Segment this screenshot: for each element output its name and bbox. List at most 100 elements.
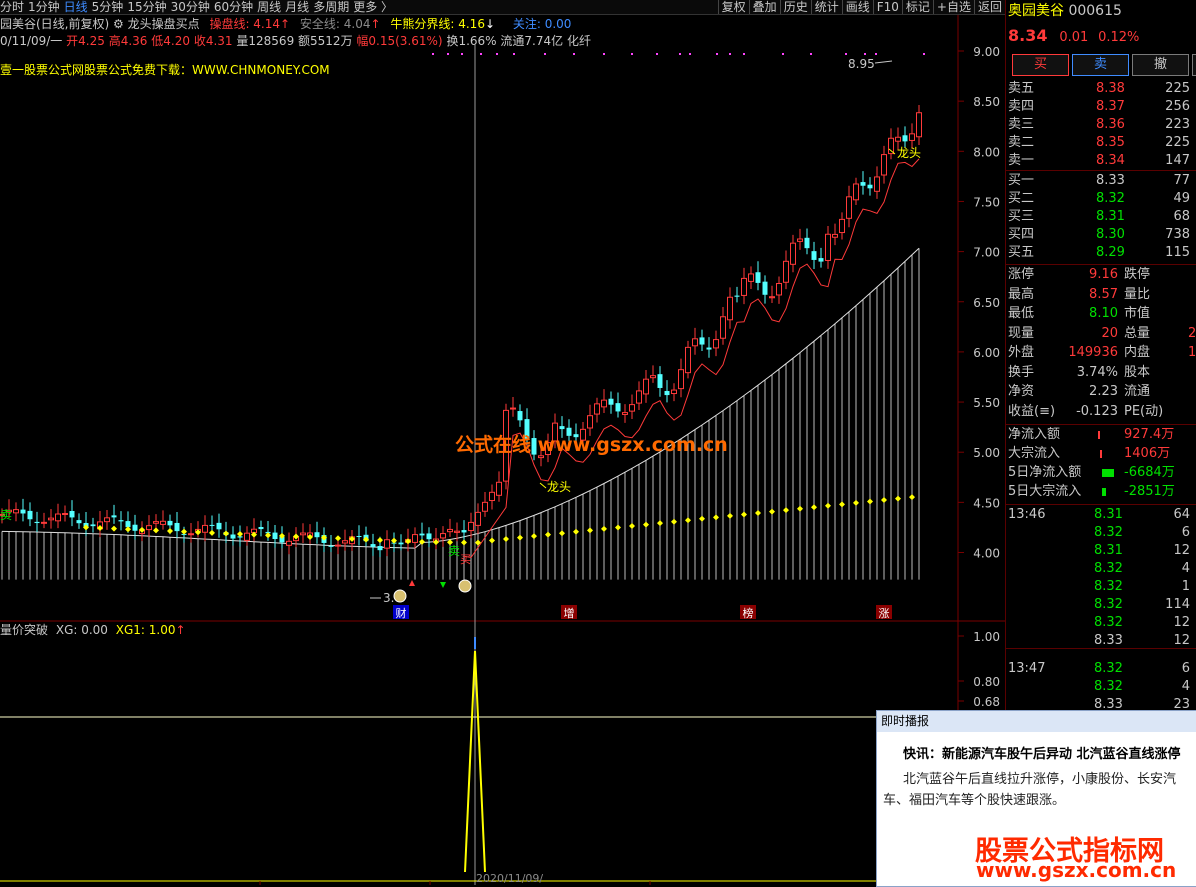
- event-tag-label: 增: [564, 606, 575, 620]
- diamond-marker: [629, 523, 635, 530]
- cancel-order-button[interactable]: 撤: [1132, 54, 1189, 76]
- signal-dot: [631, 53, 633, 55]
- period-tab[interactable]: 5分钟: [92, 0, 124, 14]
- diamond-marker: [881, 497, 887, 504]
- toolbar-button[interactable]: +自选: [932, 0, 974, 14]
- period-tab[interactable]: 更多 〉: [353, 0, 393, 14]
- period-tab[interactable]: 月线: [285, 0, 309, 14]
- signal-dot: [875, 53, 877, 55]
- toolbar-button[interactable]: 复权: [717, 0, 749, 14]
- candle-body: [720, 316, 726, 339]
- candle-body: [741, 277, 747, 296]
- indicator-header: 园美谷(日线,前复权) ⚙ 龙头操盘买点 操盘线: 4.14↑ 安全线: 4.0…: [0, 17, 572, 31]
- candle-body: [825, 233, 831, 261]
- candle-body: [41, 521, 47, 524]
- signal-dot: [513, 53, 515, 55]
- info-close: 收4.31: [193, 34, 233, 48]
- candle-body: [874, 176, 880, 192]
- sell-button[interactable]: 卖: [1072, 54, 1129, 76]
- price-tick-label: 8.00: [973, 145, 1000, 159]
- signal-dot: [603, 53, 605, 55]
- bid-vol: 738: [1165, 227, 1190, 242]
- bid-price: 8.31: [1096, 209, 1125, 224]
- more-button[interactable]: [1192, 54, 1196, 76]
- info-amplitude: 幅0.15(3.61%): [356, 34, 443, 48]
- ask-label: 卖四: [1008, 99, 1035, 114]
- period-tab[interactable]: 日线: [64, 0, 88, 14]
- price-tick-label: 7.50: [973, 195, 1000, 209]
- ask-vol: 147: [1165, 153, 1190, 168]
- stat-label: 换手: [1008, 364, 1035, 380]
- diamond-marker: [699, 515, 705, 522]
- diamond-marker: [741, 511, 747, 518]
- period-tab[interactable]: 30分钟: [171, 0, 210, 14]
- period-tab[interactable]: 分时: [0, 0, 24, 14]
- stat-value-2: 1: [1188, 345, 1196, 360]
- tick-price: 8.32: [1094, 615, 1123, 630]
- tick-row: 8.32 4: [1006, 560, 1196, 578]
- candle-body: [55, 513, 61, 522]
- up-arrow-icon: [409, 580, 415, 586]
- event-tag-label: 涨: [879, 607, 890, 620]
- diamond-marker: [153, 527, 159, 534]
- candle-body: [517, 411, 523, 421]
- tick-price: 8.32: [1094, 661, 1123, 676]
- diamond-marker: [909, 494, 915, 501]
- tick-vol: 12: [1173, 615, 1190, 630]
- signal-dot: [544, 53, 546, 55]
- period-tab[interactable]: 周线: [257, 0, 281, 14]
- candle-body: [230, 534, 236, 539]
- toolbar-button[interactable]: 统计: [810, 0, 842, 14]
- period-tab[interactable]: 60分钟: [214, 0, 253, 14]
- toolbar-button[interactable]: 画线: [841, 0, 873, 14]
- stat-value-2: 2: [1188, 325, 1196, 341]
- buy-button[interactable]: 买: [1012, 54, 1069, 76]
- cao-pan-line-label: 操盘线: 4.14: [209, 17, 281, 31]
- toolbar-button[interactable]: 标记: [901, 0, 933, 14]
- diamond-marker: [209, 529, 215, 536]
- signal-dot: [496, 53, 498, 55]
- stat-label: 收益(≡): [1008, 403, 1056, 419]
- diamond-marker: [783, 507, 789, 514]
- flow-bar: [1100, 450, 1102, 458]
- toolbar-button[interactable]: 返回: [973, 0, 1005, 14]
- candle-body: [615, 403, 621, 412]
- event-tag-label: 榜: [743, 606, 754, 620]
- signal-dot: [679, 53, 681, 55]
- price-tick-label: 4.50: [973, 496, 1000, 510]
- period-tab[interactable]: 15分钟: [127, 0, 166, 14]
- ask-label: 卖一: [1008, 153, 1035, 168]
- bid-row: 买一 8.33 77: [1006, 172, 1196, 190]
- news-popup[interactable]: 即时播报 快讯：新能源汽车股午后异动 北汽蓝谷直线涨停 北汽蓝谷午后直线拉升涨停…: [876, 710, 1196, 887]
- bid-label: 买三: [1008, 209, 1035, 224]
- diamond-marker: [377, 537, 383, 544]
- flow-label: 5日大宗流入: [1008, 484, 1082, 499]
- toolbar-button[interactable]: 叠加: [748, 0, 780, 14]
- popup-headline[interactable]: 快讯：新能源汽车股午后异动 北汽蓝谷直线涨停: [903, 743, 1181, 762]
- candle-body: [636, 390, 642, 404]
- ask-label: 卖五: [1008, 81, 1035, 96]
- bid-label: 买四: [1008, 227, 1035, 242]
- tick-time: 13:47: [1008, 661, 1046, 676]
- candle-body: [76, 520, 82, 524]
- info-turnover: 换1.66%: [446, 34, 497, 48]
- candle-body: [699, 337, 705, 345]
- period-tab[interactable]: 多周期: [313, 0, 349, 14]
- sell-marker: 卖: [0, 508, 12, 522]
- toolbar-button[interactable]: F10: [872, 0, 902, 14]
- last-price: 8.34: [1008, 26, 1048, 45]
- tick-vol: 6: [1181, 525, 1190, 540]
- price-tick-label: 6.00: [973, 346, 1000, 360]
- tick-row: 8.32 12: [1006, 614, 1196, 632]
- stat-row: 涨停 9.16 跌停: [1006, 266, 1196, 284]
- candle-body: [20, 509, 26, 514]
- toolbar-button[interactable]: 历史: [779, 0, 811, 14]
- tick-time: 13:46: [1008, 507, 1046, 522]
- flow-row: 5日净流入额 -6684万: [1006, 464, 1196, 482]
- diamond-marker: [489, 537, 495, 544]
- diamond-marker: [839, 501, 845, 508]
- candle-body: [475, 511, 481, 526]
- settings-icon[interactable]: ⚙: [113, 17, 128, 31]
- diamond-marker: [755, 510, 761, 517]
- period-tab[interactable]: 1分钟: [28, 0, 60, 14]
